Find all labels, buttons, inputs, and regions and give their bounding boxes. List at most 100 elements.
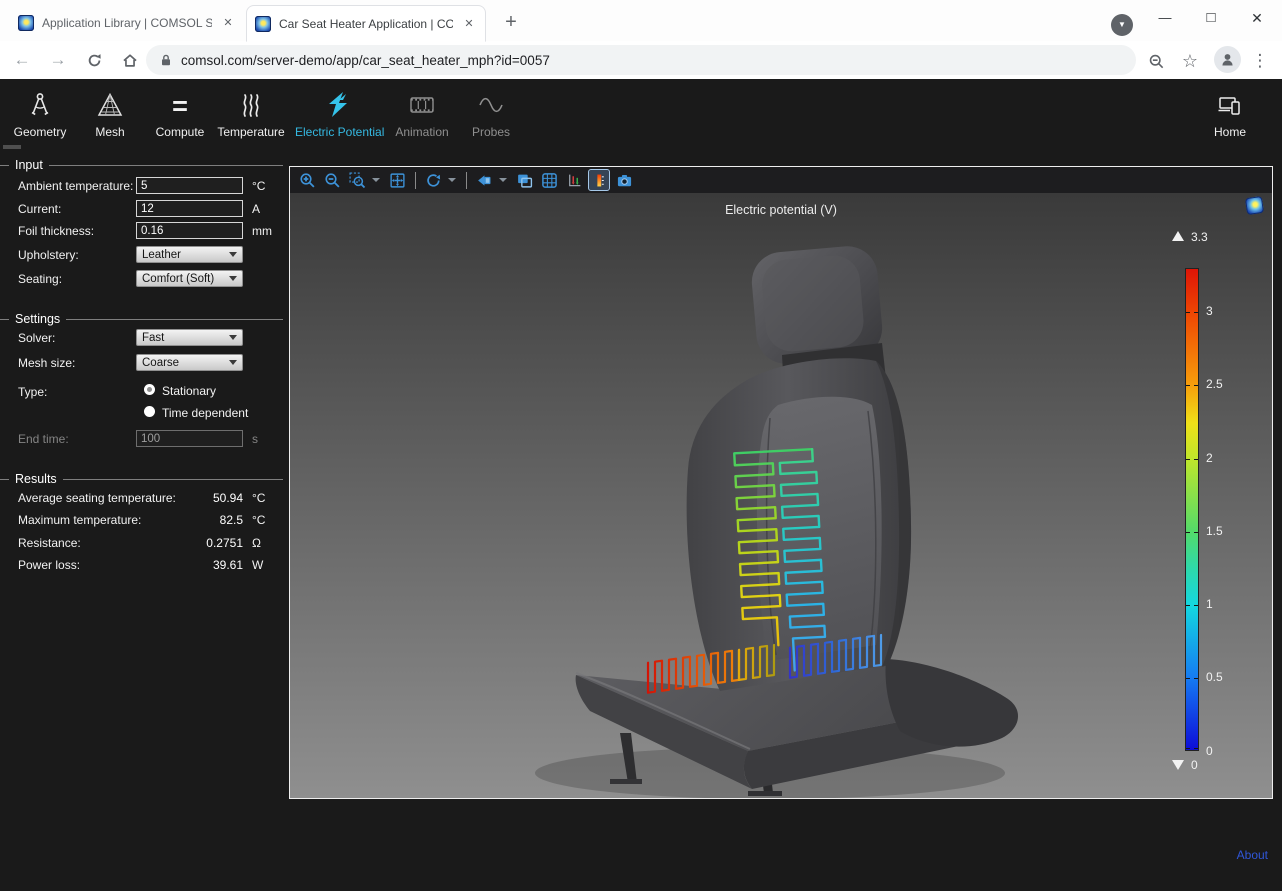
chevron-down-icon <box>229 276 237 281</box>
zoom-out-page-icon[interactable] <box>1144 49 1168 73</box>
foil-thickness-input[interactable]: 0.16 <box>136 222 243 239</box>
browser-menu-chevron-icon[interactable]: ▼ <box>1111 14 1133 36</box>
legend-tick-label: 0 <box>1206 744 1213 758</box>
comsol-favicon <box>18 15 34 31</box>
field-label: End time: <box>18 432 69 446</box>
legend-tick-label: 1 <box>1206 597 1213 611</box>
current-input[interactable]: 12 <box>136 200 243 217</box>
back-icon[interactable]: ← <box>10 48 34 72</box>
toolbar-separator <box>466 172 467 189</box>
grid-button[interactable] <box>539 170 559 190</box>
zoom-out-button[interactable] <box>322 170 342 190</box>
plot-canvas[interactable]: Electric potential (V) 3.3 3 2.5 2 1.5 1… <box>290 193 1272 798</box>
scene-light-button[interactable] <box>474 170 494 190</box>
tab-car-seat-heater[interactable]: Car Seat Heater Application | CO ✕ <box>246 5 486 42</box>
time-dependent-radio[interactable] <box>144 406 155 417</box>
ribbon-probes-button[interactable]: Probes <box>459 87 523 139</box>
parameters-sidebar: Input Ambient temperature: 5 °C Current:… <box>0 152 288 891</box>
field-unit: A <box>252 202 260 216</box>
zoom-in-button[interactable] <box>297 170 317 190</box>
transparency-button[interactable] <box>514 170 534 190</box>
ribbon-label: Home <box>1198 125 1262 139</box>
address-bar[interactable]: comsol.com/server-demo/app/car_seat_heat… <box>146 45 1136 75</box>
solver-select[interactable]: Fast <box>136 329 243 346</box>
reload-icon[interactable] <box>82 48 106 72</box>
comsol-favicon <box>255 16 271 32</box>
film-strip-icon <box>390 87 454 119</box>
legend-tick-label: 1.5 <box>1206 524 1223 538</box>
field-unit: °C <box>252 179 265 193</box>
ribbon-home-button[interactable]: Home <box>1198 87 1262 139</box>
window-minimize-button[interactable]: — <box>1150 6 1180 30</box>
color-legend-bar <box>1185 268 1199 751</box>
mesh-size-select[interactable]: Coarse <box>136 354 243 371</box>
legend-tick-label: 3 <box>1206 304 1213 318</box>
legend-max-marker-icon <box>1172 231 1184 241</box>
result-value: 82.5 <box>133 513 243 527</box>
result-value: 50.94 <box>133 491 243 505</box>
window-close-button[interactable]: ✕ <box>1242 6 1272 30</box>
ribbon-label: Geometry <box>8 125 72 139</box>
home-icon[interactable] <box>118 48 142 72</box>
upholstery-select[interactable]: Leather <box>136 246 243 263</box>
result-label: Maximum temperature: <box>18 513 141 527</box>
sine-wave-icon <box>459 87 523 119</box>
tab-title: Car Seat Heater Application | CO <box>279 17 453 31</box>
ribbon-label: Electric Potential <box>295 125 381 139</box>
field-label: Type: <box>18 385 47 399</box>
ribbon-electric-potential-button[interactable]: Electric Potential <box>295 87 381 139</box>
profile-avatar[interactable] <box>1214 46 1241 73</box>
about-link[interactable]: About <box>1237 848 1268 862</box>
ribbon-label: Mesh <box>78 125 142 139</box>
legend-tick-label: 2 <box>1206 451 1213 465</box>
lightning-bolt-icon <box>295 87 381 119</box>
ambient-temperature-input[interactable]: 5 <box>136 177 243 194</box>
snapshot-camera-button[interactable] <box>614 170 634 190</box>
tab-close-icon[interactable]: ✕ <box>461 16 477 32</box>
tab-application-library[interactable]: Application Library | COMSOL Se ✕ <box>10 6 244 40</box>
stationary-radio[interactable] <box>144 384 155 395</box>
browser-chrome: Application Library | COMSOL Se ✕ Car Se… <box>0 0 1282 80</box>
ribbon-animation-button[interactable]: Animation <box>390 87 454 139</box>
radio-label: Time dependent <box>162 406 248 420</box>
screenshot-root: { "colors": {"accent_cyan":"#35c3ea","to… <box>0 0 1282 891</box>
result-unit: °C <box>252 491 265 505</box>
comsol-app: Geometry Mesh = Compute Temperature Elec… <box>0 79 1282 891</box>
chevron-down-icon[interactable] <box>372 178 380 182</box>
results-section-header: Results <box>0 472 283 486</box>
field-label: Ambient temperature: <box>18 179 133 193</box>
graphics-panel: Electric potential (V) 3.3 3 2.5 2 1.5 1… <box>289 166 1273 799</box>
ribbon-temperature-button[interactable]: Temperature <box>215 87 287 139</box>
show-axes-button[interactable] <box>564 170 584 190</box>
browser-menu-kebab-icon[interactable]: ⋮ <box>1248 49 1272 73</box>
chevron-down-icon <box>229 360 237 365</box>
chevron-down-icon[interactable] <box>499 178 507 182</box>
new-tab-button[interactable]: + <box>498 10 524 36</box>
tab-strip: Application Library | COMSOL Se ✕ Car Se… <box>0 0 1282 42</box>
ribbon-compute-button[interactable]: = Compute <box>148 87 212 139</box>
end-time-input: 100 <box>136 430 243 447</box>
plot-title: Electric potential (V) <box>290 203 1272 217</box>
ribbon-mesh-button[interactable]: Mesh <box>78 87 142 139</box>
tab-close-icon[interactable]: ✕ <box>220 15 236 31</box>
input-section-header: Input <box>0 158 283 172</box>
color-legend-button[interactable] <box>589 170 609 190</box>
seating-select[interactable]: Comfort (Soft) <box>136 270 243 287</box>
ribbon-geometry-button[interactable]: Geometry <box>8 87 72 139</box>
lock-icon <box>159 53 173 67</box>
chevron-down-icon[interactable] <box>448 178 456 182</box>
legend-min-marker-icon <box>1172 760 1184 770</box>
mesh-icon <box>78 87 142 119</box>
radio-label: Stationary <box>162 384 216 398</box>
rotate-button[interactable] <box>423 170 443 190</box>
bookmark-star-icon[interactable]: ☆ <box>1178 49 1202 73</box>
legend-min-value: 0 <box>1191 758 1198 772</box>
window-maximize-button[interactable]: □ <box>1196 6 1226 30</box>
ribbon-label: Probes <box>459 125 523 139</box>
geometry-icon <box>8 87 72 119</box>
temperature-waves-icon <box>215 87 287 119</box>
zoom-extents-button[interactable] <box>387 170 407 190</box>
zoom-box-button[interactable] <box>347 170 367 190</box>
forward-icon[interactable]: → <box>46 48 70 72</box>
address-bar-row: ← → comsol.com/server-demo/app/car_seat_… <box>0 41 1282 79</box>
